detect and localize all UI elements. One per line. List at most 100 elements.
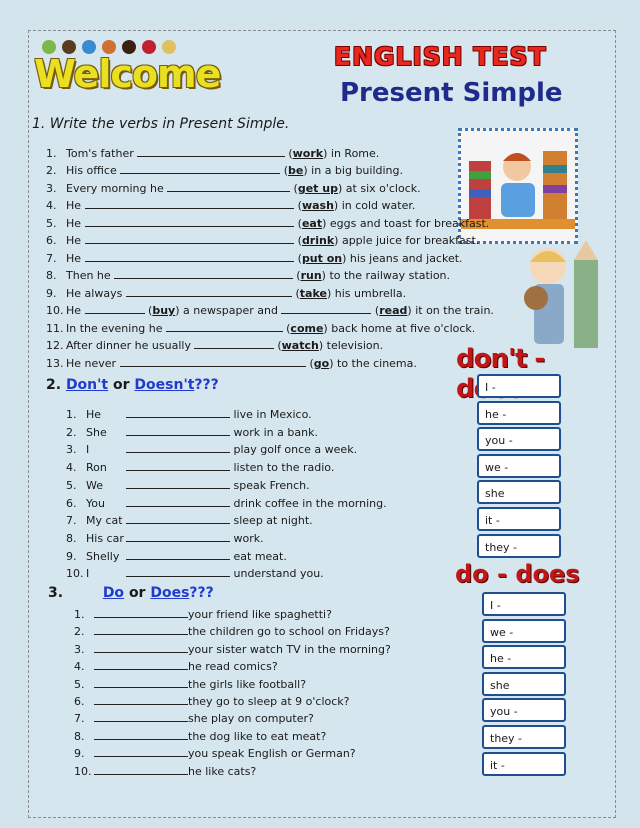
- answer-blank[interactable]: [114, 268, 293, 279]
- item-number: 9.: [46, 287, 57, 300]
- doesnt-link[interactable]: Doesn't: [134, 377, 194, 393]
- item-text: they go to sleep at 9 o'clock?: [188, 695, 350, 708]
- item-number: 2.: [74, 625, 85, 639]
- exercise2-item: 5. We speak French.: [66, 478, 310, 492]
- item-number: 4.: [66, 461, 77, 475]
- answer-blank[interactable]: [120, 163, 281, 174]
- answer-blank[interactable]: [84, 198, 295, 209]
- do-does-title: do - does: [455, 560, 580, 588]
- pronoun-box: she: [482, 671, 566, 696]
- dont-link[interactable]: Don't: [66, 377, 108, 393]
- verb-hint: run: [300, 269, 322, 282]
- item-subject: He: [86, 408, 102, 421]
- section2-heading: 2. Don't or Doesn't???: [46, 377, 219, 393]
- answer-blank[interactable]: [84, 216, 295, 227]
- answer-blank[interactable]: [166, 321, 283, 332]
- answer-blank[interactable]: [84, 303, 145, 314]
- answer-blank[interactable]: [281, 303, 372, 314]
- verb-hint: be: [288, 164, 304, 177]
- answer-blank[interactable]: [126, 407, 230, 418]
- test-title: ENGLISH TEST: [334, 42, 547, 71]
- test-subtitle: Present Simple: [340, 78, 563, 108]
- answer-blank[interactable]: [94, 677, 188, 688]
- item-number: 3.: [46, 182, 57, 195]
- item-number: 10.: [46, 304, 64, 317]
- answer-blank[interactable]: [126, 460, 230, 472]
- item-number: 4.: [46, 199, 57, 212]
- item-text: he like cats?: [188, 764, 257, 778]
- item-text: sleep at night.: [230, 514, 313, 528]
- answer-blank[interactable]: [167, 181, 291, 192]
- answer-blank[interactable]: [94, 711, 188, 723]
- item-text: in Rome.: [330, 147, 380, 160]
- question-marks: ???: [194, 377, 219, 393]
- answer-blank[interactable]: [94, 746, 188, 758]
- answer-blank[interactable]: [84, 233, 295, 244]
- answer-blank[interactable]: [126, 566, 230, 578]
- item-text: your friend like spaghetti?: [188, 608, 332, 621]
- answer-blank[interactable]: [94, 624, 188, 636]
- exercise3-item: 4. he read comics?: [74, 659, 278, 673]
- answer-blank[interactable]: [94, 694, 188, 705]
- item-number: 3.: [74, 642, 85, 656]
- item-text: the girls like football?: [188, 677, 307, 691]
- answer-blank[interactable]: [126, 478, 230, 489]
- answer-blank[interactable]: [126, 531, 230, 542]
- item-text: understand you.: [230, 567, 324, 581]
- section3-heading: 3. Do or Does???: [48, 585, 214, 601]
- item-text: to the cinema.: [337, 357, 417, 370]
- exercise2-item: 7. My cat sleep at night.: [66, 513, 313, 527]
- exercise1-item: 13. He never (go) to the cinema.: [46, 356, 417, 370]
- answer-blank[interactable]: [94, 607, 188, 618]
- item-subject: He always: [66, 287, 126, 300]
- answer-blank[interactable]: [94, 764, 188, 775]
- answer-blank[interactable]: [194, 338, 274, 349]
- item-number: 5.: [66, 478, 77, 492]
- answer-blank[interactable]: [94, 659, 188, 671]
- pronoun-box: I -: [482, 592, 566, 616]
- answer-blank[interactable]: [119, 356, 306, 367]
- item-number: 1.: [74, 608, 85, 621]
- item-subject: She: [86, 425, 107, 439]
- item-text: listen to the radio.: [230, 461, 335, 475]
- boy-pencil-illustration: [520, 240, 600, 352]
- exercise1-item: 6. He (drink) apple juice for breakfast.: [46, 233, 480, 247]
- pronoun-box: he -: [477, 400, 561, 425]
- item-number: 8.: [46, 269, 57, 282]
- item-number: 5.: [46, 217, 57, 230]
- exercise2-item: 9. Shelly eat meat.: [66, 549, 287, 563]
- item-subject: In the evening he: [66, 322, 167, 335]
- pronoun-box: we -: [477, 453, 561, 478]
- item-subject: His car: [86, 531, 124, 545]
- section2-number: 2.: [46, 377, 62, 393]
- answer-blank[interactable]: [94, 642, 188, 653]
- item-number: 11.: [46, 322, 64, 335]
- item-number: 7.: [66, 514, 77, 528]
- answer-blank[interactable]: [125, 286, 292, 297]
- pronoun-box: you -: [482, 698, 566, 723]
- answer-blank[interactable]: [94, 729, 188, 740]
- item-text: the dog like to eat meat?: [188, 729, 327, 743]
- exercise1-item: 5. He (eat) eggs and toast for breakfast.: [46, 216, 490, 230]
- exercise1-item: 12. After dinner he usually (watch) telev…: [46, 338, 384, 352]
- do-link[interactable]: Do: [103, 585, 124, 601]
- item-number: 9.: [66, 549, 77, 563]
- does-link[interactable]: Does: [150, 585, 189, 601]
- or-text: or: [113, 377, 130, 393]
- item-text: she play on computer?: [188, 712, 314, 726]
- item-subject: I: [86, 567, 90, 581]
- answer-blank[interactable]: [84, 251, 295, 262]
- pronoun-box: they -: [482, 725, 566, 749]
- exercise2-item: 6. You drink coffee in the morning.: [66, 496, 387, 510]
- item-subject: I: [86, 443, 90, 457]
- answer-blank[interactable]: [126, 496, 230, 507]
- exercise1-item: 7. He (put on) his jeans and jacket.: [46, 251, 463, 265]
- answer-blank[interactable]: [126, 513, 230, 525]
- exercise1-item: 3. Every morning he (get up) at six o'clo…: [46, 181, 421, 195]
- answer-blank[interactable]: [126, 549, 230, 560]
- answer-blank[interactable]: [137, 146, 285, 157]
- answer-blank[interactable]: [126, 442, 230, 454]
- item-text: his umbrella.: [334, 287, 407, 300]
- answer-blank[interactable]: [126, 425, 230, 436]
- item-text: play golf once a week.: [230, 443, 358, 457]
